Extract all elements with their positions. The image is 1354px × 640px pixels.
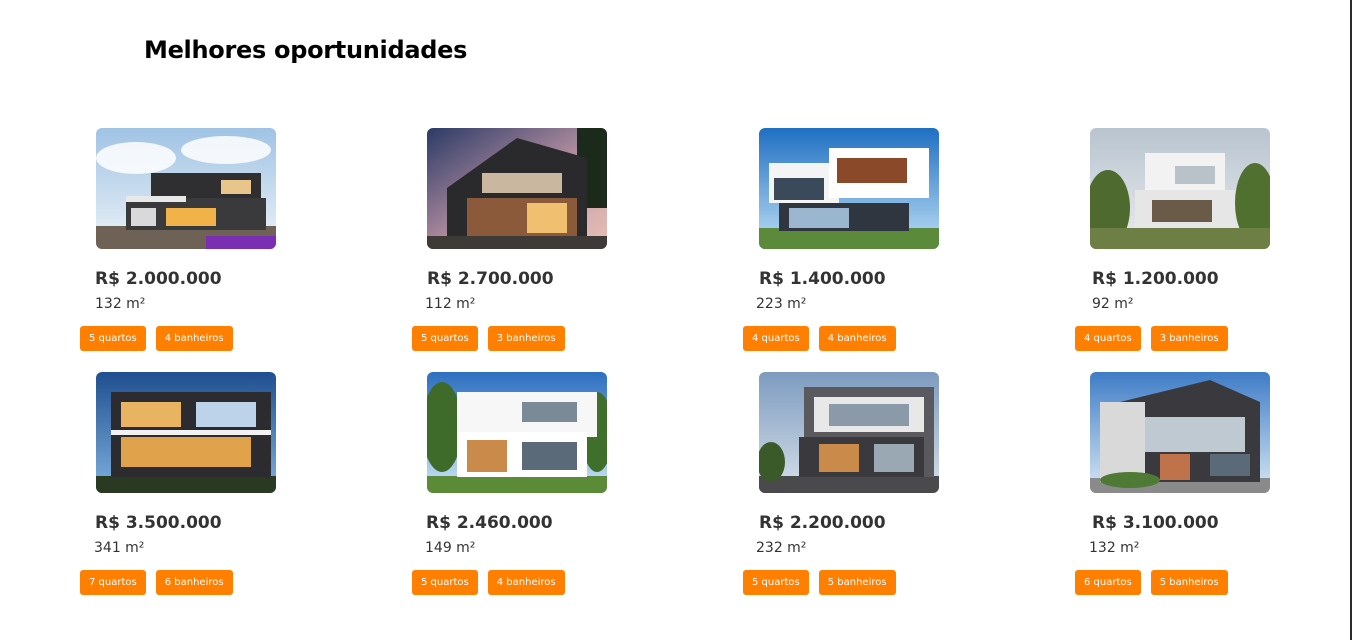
- bathrooms-tag[interactable]: 4 banheiros: [487, 570, 565, 595]
- bathrooms-tag[interactable]: 5 banheiros: [818, 570, 896, 595]
- property-price: R$ 1.400.000: [759, 269, 886, 289]
- property-price: R$ 3.500.000: [95, 513, 222, 533]
- property-area: 112 m²: [425, 296, 476, 312]
- property-tags: 5 quartos 5 banheiros: [743, 570, 896, 595]
- property-photo[interactable]: [759, 128, 939, 249]
- bathrooms-tag[interactable]: 3 banheiros: [1150, 326, 1228, 351]
- property-photo[interactable]: [96, 128, 276, 249]
- bathrooms-tag[interactable]: 6 banheiros: [155, 570, 233, 595]
- property-area: 149 m²: [425, 540, 476, 556]
- property-photo[interactable]: [427, 372, 607, 493]
- rooms-tag[interactable]: 6 quartos: [1075, 570, 1141, 595]
- property-card-1[interactable]: R$ 2.000.000 132 m² 5 quartos 4 banheiro…: [80, 128, 320, 358]
- property-photo[interactable]: [96, 372, 276, 493]
- property-area: 341 m²: [94, 540, 145, 556]
- property-tags: 4 quartos 3 banheiros: [1075, 326, 1228, 351]
- property-photo[interactable]: [759, 372, 939, 493]
- section-title: Melhores oportunidades: [144, 36, 468, 64]
- property-tags: 7 quartos 6 banheiros: [80, 570, 233, 595]
- property-price: R$ 1.200.000: [1092, 269, 1219, 289]
- property-area: 232 m²: [756, 540, 807, 556]
- rooms-tag[interactable]: 4 quartos: [743, 326, 809, 351]
- property-card-5[interactable]: R$ 3.500.000 341 m² 7 quartos 6 banheiro…: [80, 372, 320, 602]
- rooms-tag[interactable]: 7 quartos: [80, 570, 146, 595]
- property-card-2[interactable]: R$ 2.700.000 112 m² 5 quartos 3 banheiro…: [412, 128, 652, 358]
- property-tags: 5 quartos 3 banheiros: [412, 326, 565, 351]
- bathrooms-tag[interactable]: 5 banheiros: [1150, 570, 1228, 595]
- property-card-4[interactable]: R$ 1.200.000 92 m² 4 quartos 3 banheiros: [1075, 128, 1315, 358]
- rooms-tag[interactable]: 5 quartos: [412, 570, 478, 595]
- property-area: 132 m²: [1089, 540, 1140, 556]
- bathrooms-tag[interactable]: 4 banheiros: [155, 326, 233, 351]
- property-area: 92 m²: [1092, 296, 1134, 312]
- bathrooms-tag[interactable]: 3 banheiros: [487, 326, 565, 351]
- property-tags: 5 quartos 4 banheiros: [80, 326, 233, 351]
- property-tags: 4 quartos 4 banheiros: [743, 326, 896, 351]
- property-price: R$ 2.700.000: [427, 269, 554, 289]
- rooms-tag[interactable]: 5 quartos: [743, 570, 809, 595]
- rooms-tag[interactable]: 5 quartos: [80, 326, 146, 351]
- page: Melhores oportunidades R$ 2.000.000 132 …: [0, 0, 1354, 640]
- property-area: 132 m²: [95, 296, 146, 312]
- property-photo[interactable]: [427, 128, 607, 249]
- property-area: 223 m²: [756, 296, 807, 312]
- property-price: R$ 3.100.000: [1092, 513, 1219, 533]
- scrollbar-edge: [1350, 0, 1352, 640]
- rooms-tag[interactable]: 5 quartos: [412, 326, 478, 351]
- property-card-6[interactable]: R$ 2.460.000 149 m² 5 quartos 4 banheiro…: [412, 372, 652, 602]
- property-card-3[interactable]: R$ 1.400.000 223 m² 4 quartos 4 banheiro…: [743, 128, 983, 358]
- property-price: R$ 2.460.000: [426, 513, 553, 533]
- property-photo[interactable]: [1090, 128, 1270, 249]
- property-card-7[interactable]: R$ 2.200.000 232 m² 5 quartos 5 banheiro…: [743, 372, 983, 602]
- property-price: R$ 2.000.000: [95, 269, 222, 289]
- bathrooms-tag[interactable]: 4 banheiros: [818, 326, 896, 351]
- property-photo[interactable]: [1090, 372, 1270, 493]
- property-card-8[interactable]: R$ 3.100.000 132 m² 6 quartos 5 banheiro…: [1075, 372, 1315, 602]
- property-tags: 5 quartos 4 banheiros: [412, 570, 565, 595]
- property-price: R$ 2.200.000: [759, 513, 886, 533]
- rooms-tag[interactable]: 4 quartos: [1075, 326, 1141, 351]
- property-tags: 6 quartos 5 banheiros: [1075, 570, 1228, 595]
